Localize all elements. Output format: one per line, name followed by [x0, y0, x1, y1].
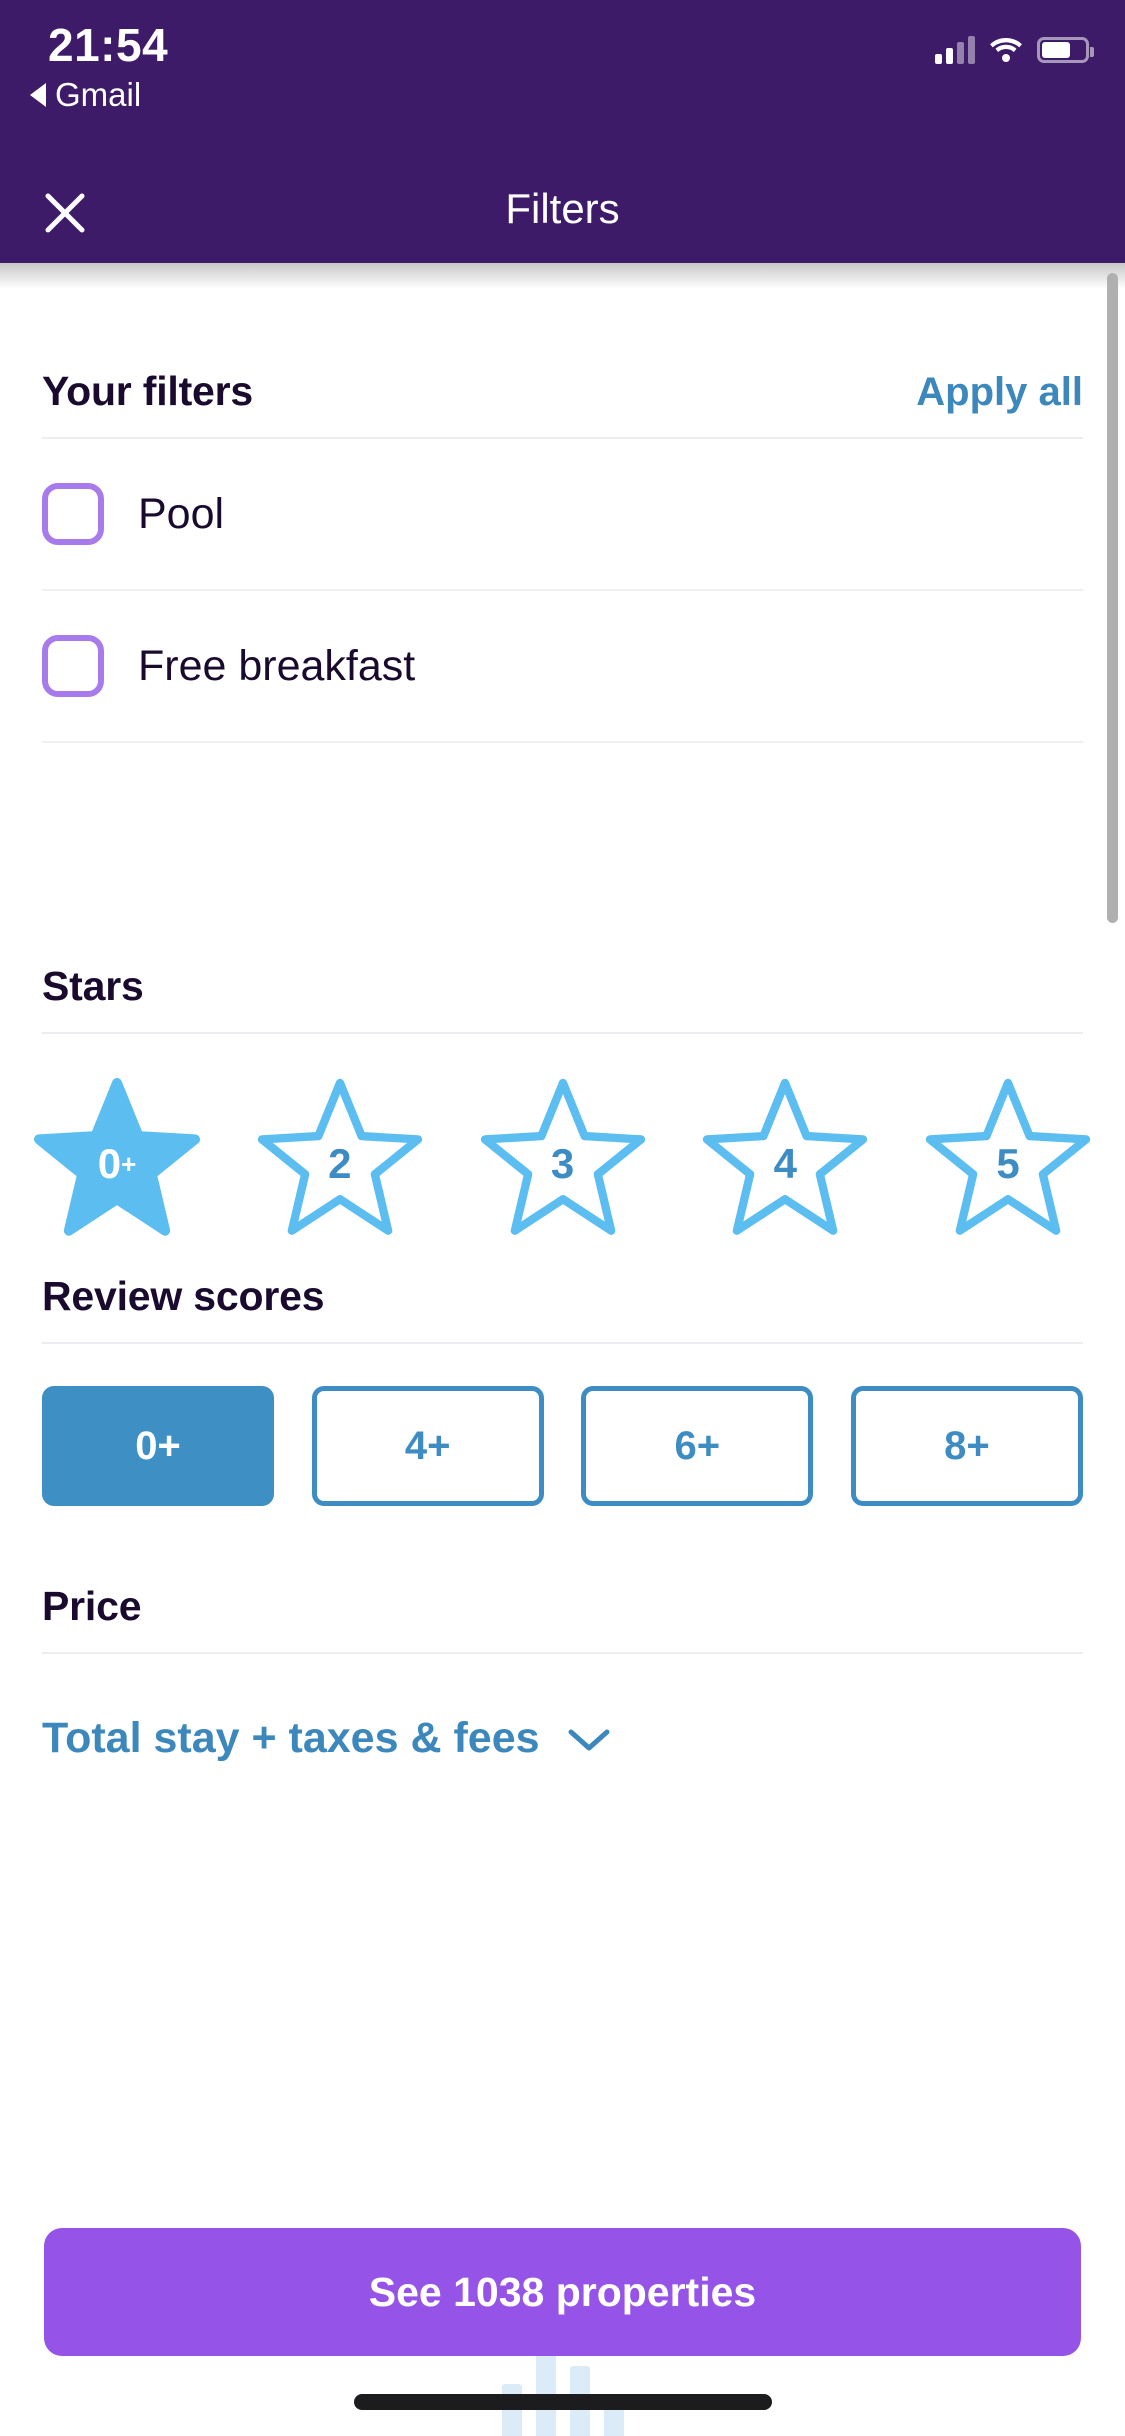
apply-all-button[interactable]: Apply all [916, 370, 1083, 415]
section-your-filters: Your filters Apply all Pool Free breakfa… [0, 368, 1125, 743]
star-option-0plus[interactable]: 0 + [34, 1076, 200, 1236]
footer-cta-container: See 1038 properties [0, 2228, 1125, 2356]
cellular-signal-icon [935, 36, 975, 64]
star-option-5[interactable]: 5 [925, 1076, 1091, 1236]
section-stars: Stars 0 + 2 3 4 5 [0, 963, 1125, 1236]
wifi-icon [989, 37, 1023, 63]
review-score-8plus[interactable]: 8+ [850, 1386, 1083, 1506]
back-app-label: Gmail [55, 76, 142, 113]
status-time: 21:54 [48, 19, 169, 71]
chevron-down-icon [568, 1729, 610, 1750]
star-label-2: 2 [328, 1140, 352, 1187]
review-score-6plus[interactable]: 6+ [581, 1386, 814, 1506]
title-bar: Filters [0, 155, 1125, 263]
review-score-options: 0+ 4+ 6+ 8+ [0, 1344, 1125, 1506]
page-title: Filters [505, 185, 620, 232]
filter-label-pool: Pool [138, 489, 225, 538]
see-properties-button[interactable]: See 1038 properties [44, 2228, 1081, 2356]
back-to-gmail-button[interactable]: Gmail [30, 76, 141, 114]
star-label-3: 3 [550, 1140, 575, 1187]
price-mode-dropdown[interactable]: Total stay + taxes & fees [0, 1654, 1125, 1763]
your-filters-title: Your filters [42, 368, 253, 414]
header-shadow [0, 263, 1125, 289]
review-scores-header: Review scores [0, 1273, 1125, 1320]
star-option-3[interactable]: 3 [480, 1076, 646, 1236]
review-score-4plus[interactable]: 4+ [311, 1386, 544, 1506]
price-mode-label: Total stay + taxes & fees [42, 1714, 540, 1762]
home-indicator [353, 2394, 772, 2410]
status-bar: 21:54 [0, 0, 1125, 100]
triangle-left-icon [30, 83, 46, 107]
battery-icon [1037, 37, 1094, 63]
section-price: Price Total stay + taxes & fees [0, 1583, 1125, 1763]
phone-screen: 21:54 Gmail Filters Your filters Apply a… [0, 0, 1125, 2436]
stars-header: Stars [0, 963, 1125, 1010]
review-score-0plus[interactable]: 0+ [42, 1386, 274, 1506]
price-header: Price [0, 1583, 1125, 1630]
price-title: Price [42, 1583, 142, 1629]
navigation-bar: 21:54 Gmail Filters [0, 0, 1125, 263]
filter-row-pool[interactable]: Pool [0, 439, 1125, 589]
divider [42, 741, 1083, 743]
filter-row-free-breakfast[interactable]: Free breakfast [0, 591, 1125, 741]
filters-scroll-area[interactable]: Your filters Apply all Pool Free breakfa… [0, 263, 1125, 2436]
stars-options: 0 + 2 3 4 5 [0, 1034, 1125, 1236]
star-option-4[interactable]: 4 [702, 1076, 868, 1236]
your-filters-header: Your filters Apply all [0, 368, 1125, 415]
section-review-scores: Review scores 0+ 4+ 6+ 8+ [0, 1273, 1125, 1506]
star-option-2[interactable]: 2 [257, 1076, 423, 1236]
star-label-4: 4 [773, 1140, 797, 1187]
filter-label-free-breakfast: Free breakfast [138, 641, 416, 690]
star-label-5: 5 [996, 1140, 1020, 1187]
review-scores-title: Review scores [42, 1273, 325, 1319]
checkbox-pool[interactable] [42, 483, 104, 545]
checkbox-free-breakfast[interactable] [42, 635, 104, 697]
stars-title: Stars [42, 963, 144, 1009]
status-indicators [935, 36, 1094, 64]
star-label-0plus: 0 + [97, 1140, 137, 1187]
